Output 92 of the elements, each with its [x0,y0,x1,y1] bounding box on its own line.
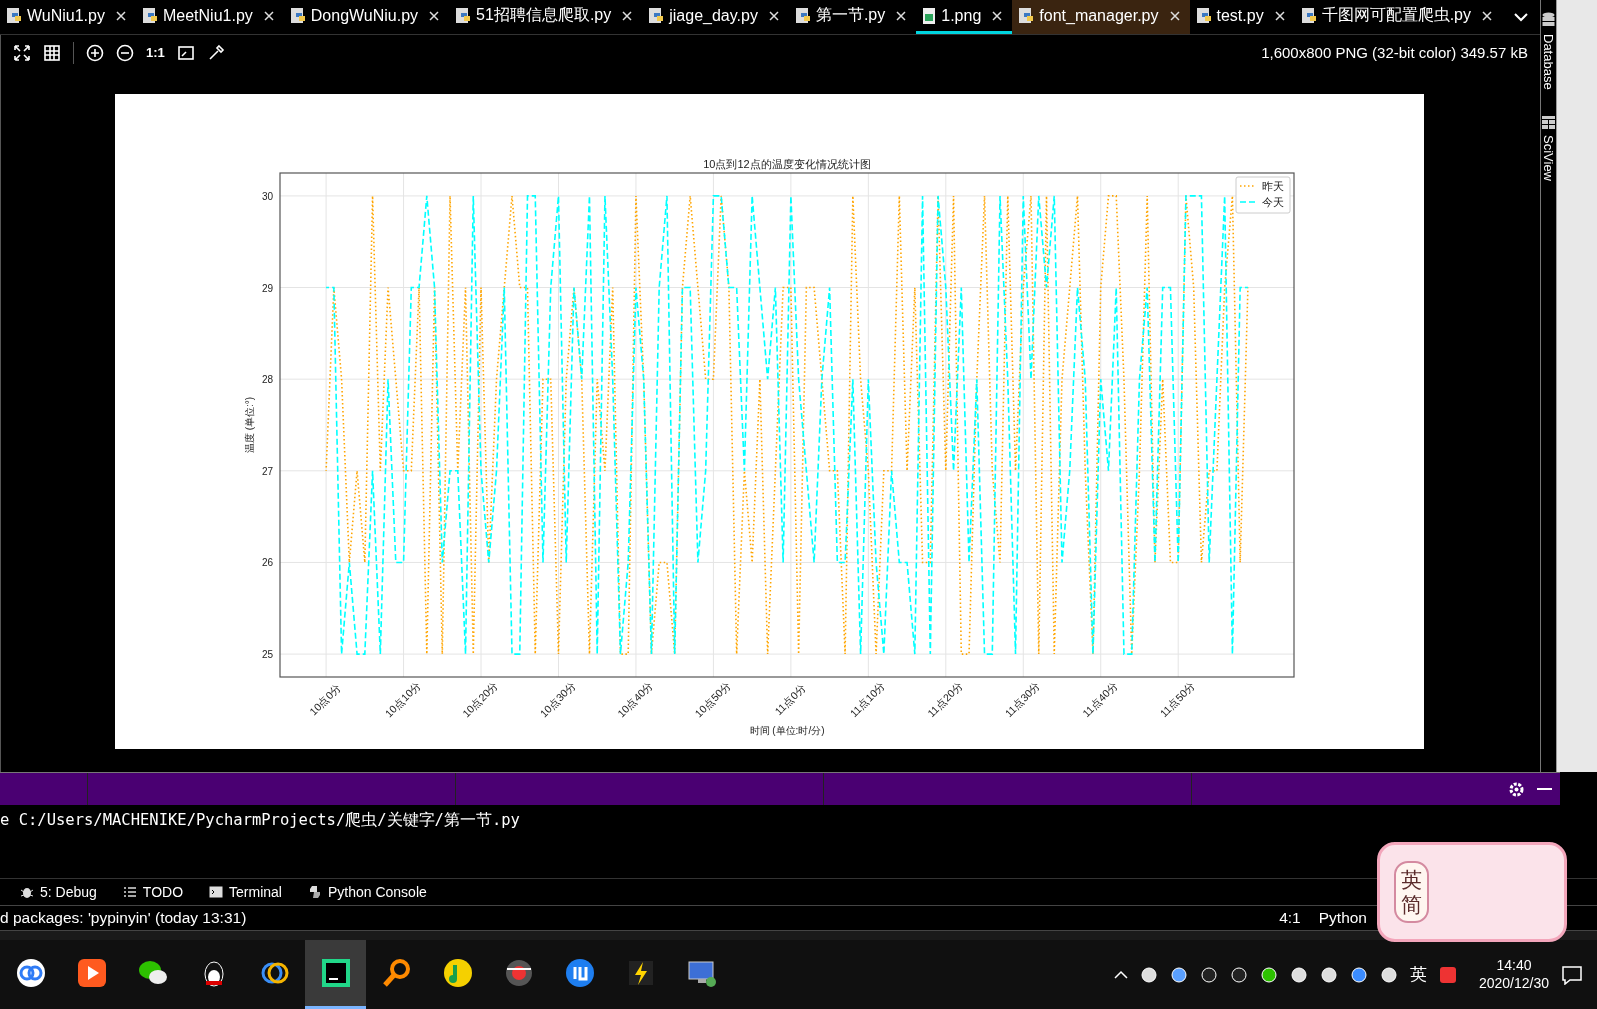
editor-tab[interactable]: jiage_day.py [642,0,789,34]
x-tick-label: 11点0分 [772,681,808,718]
editor-tab[interactable]: DongWuNiu.py [283,0,450,34]
python-file-icon [1195,6,1212,25]
app-badge-icon [563,957,596,989]
y-axis-label: 温度 (单位:°) [244,396,255,454]
fit-to-screen-icon[interactable] [13,43,31,62]
editor-tab[interactable]: 第一节.py [788,0,917,34]
chevron-up-icon[interactable] [1113,970,1128,979]
chart-title: 10点到12点的温度变化情况统计图 [703,158,871,170]
terminal-icon [209,885,224,899]
clock[interactable]: 14:40 2020/12/30 [1478,957,1549,992]
y-tick-label: 25 [261,649,273,661]
x-tick-label: 10点50分 [692,678,733,720]
close-icon[interactable] [768,11,779,21]
chevron-down-icon[interactable] [1514,12,1528,22]
table-icon[interactable] [1542,115,1556,129]
ime-script-label: 简 [1401,892,1422,918]
music-icon [441,957,474,989]
x-tick-label: 11点40分 [1079,679,1120,720]
y-tick-label: 29 [261,282,273,294]
python-file-icon [6,6,22,25]
image-info: 1,600x800 PNG (32-bit color) 349.57 kB [1261,44,1528,61]
input-language[interactable]: 英 [1409,963,1427,986]
tool-window-tab[interactable]: TODO [122,884,184,900]
side-tool-label[interactable]: SciView [1541,134,1557,181]
minimize-icon[interactable] [1537,787,1552,791]
x-tick-label: 10点0分 [307,680,344,718]
python-file-icon [1018,6,1035,25]
editor-tab[interactable]: WuNiu1.py [0,0,136,34]
python-console-icon [307,885,322,899]
python-file-icon [141,6,158,25]
y-tick-label: 26 [261,557,273,569]
editor-tab[interactable]: font_manager.py [1012,0,1190,34]
close-icon[interactable] [1482,11,1492,21]
image-frame-icon[interactable] [176,43,195,62]
tool-window-tab[interactable]: Terminal [209,884,282,900]
python-file-icon [1300,6,1317,25]
status-message: d packages: 'pypinyin' (today 13:31) [0,909,247,927]
x-tick-label: 10点10分 [382,678,423,720]
grid-icon[interactable] [43,43,61,62]
x-tick-label: 11点10分 [847,679,888,720]
input-method-widget[interactable]: 英 简 [1377,842,1567,942]
python-file-icon [455,6,472,25]
database-icon[interactable] [1542,12,1556,28]
tool-window-tab[interactable]: Python Console [307,884,427,900]
y-tick-label: 27 [261,465,273,477]
editor-tab[interactable]: test.py [1189,0,1295,34]
taskbar-button[interactable] [305,940,366,1009]
actual-size-button[interactable]: 1:1 [146,45,165,60]
close-icon[interactable] [896,11,907,21]
ime-mode-label: 英 [1401,866,1422,892]
magnifier-icon [380,957,413,989]
python-file-icon [289,6,306,25]
close-icon[interactable] [992,11,1003,21]
y-tick-label: 30 [261,190,273,202]
tool-window-tab[interactable]: 5: Debug [20,884,97,900]
image-file-icon [922,6,937,25]
ide-icon [319,957,352,989]
x-tick-label: 10点40分 [614,678,656,720]
close-icon[interactable] [115,11,126,21]
editor-tab[interactable]: MeetNiu1.py [135,0,284,34]
python-file-icon [648,6,665,25]
x-tick-label: 11点30分 [1002,679,1043,720]
x-axis-label: 时间 (单位:时/分) [749,725,825,736]
settings-icon[interactable] [1508,780,1525,798]
y-tick-label: 28 [261,374,273,386]
app-square-icon[interactable] [1438,965,1457,984]
close-icon[interactable] [1169,11,1180,21]
bug-icon [20,885,34,899]
legend-label: 昨天 [1262,180,1284,192]
zoom-out-icon[interactable] [116,43,134,62]
x-tick-label: 10点20分 [459,678,501,720]
zoom-in-icon[interactable] [86,43,104,62]
list-icon [122,885,137,899]
legend-label: 今天 [1262,196,1284,208]
x-tick-label: 11点20分 [924,679,965,720]
caret-position[interactable]: 4:1 [1279,909,1301,927]
notification-icon[interactable] [1561,964,1583,985]
run-command: e C:/Users/MACHENIKE/PycharmProjects/爬虫/关键字/第一节.py [0,811,520,829]
side-tool-label[interactable]: Database [1541,34,1557,90]
interpreter-label[interactable]: Python [1318,909,1367,927]
python-file-icon [794,6,811,25]
x-tick-label: 11点50分 [1157,679,1198,720]
x-tick-label: 10点30分 [537,678,578,720]
close-icon[interactable] [1274,11,1285,21]
close-icon[interactable] [429,11,440,21]
play-icon [75,957,108,989]
editor-tab[interactable]: 51招聘信息爬取.py [449,0,643,34]
close-icon[interactable] [622,11,633,21]
close-icon[interactable] [263,11,274,21]
editor-tab[interactable]: 千图网可配置爬虫.py [1294,0,1502,34]
